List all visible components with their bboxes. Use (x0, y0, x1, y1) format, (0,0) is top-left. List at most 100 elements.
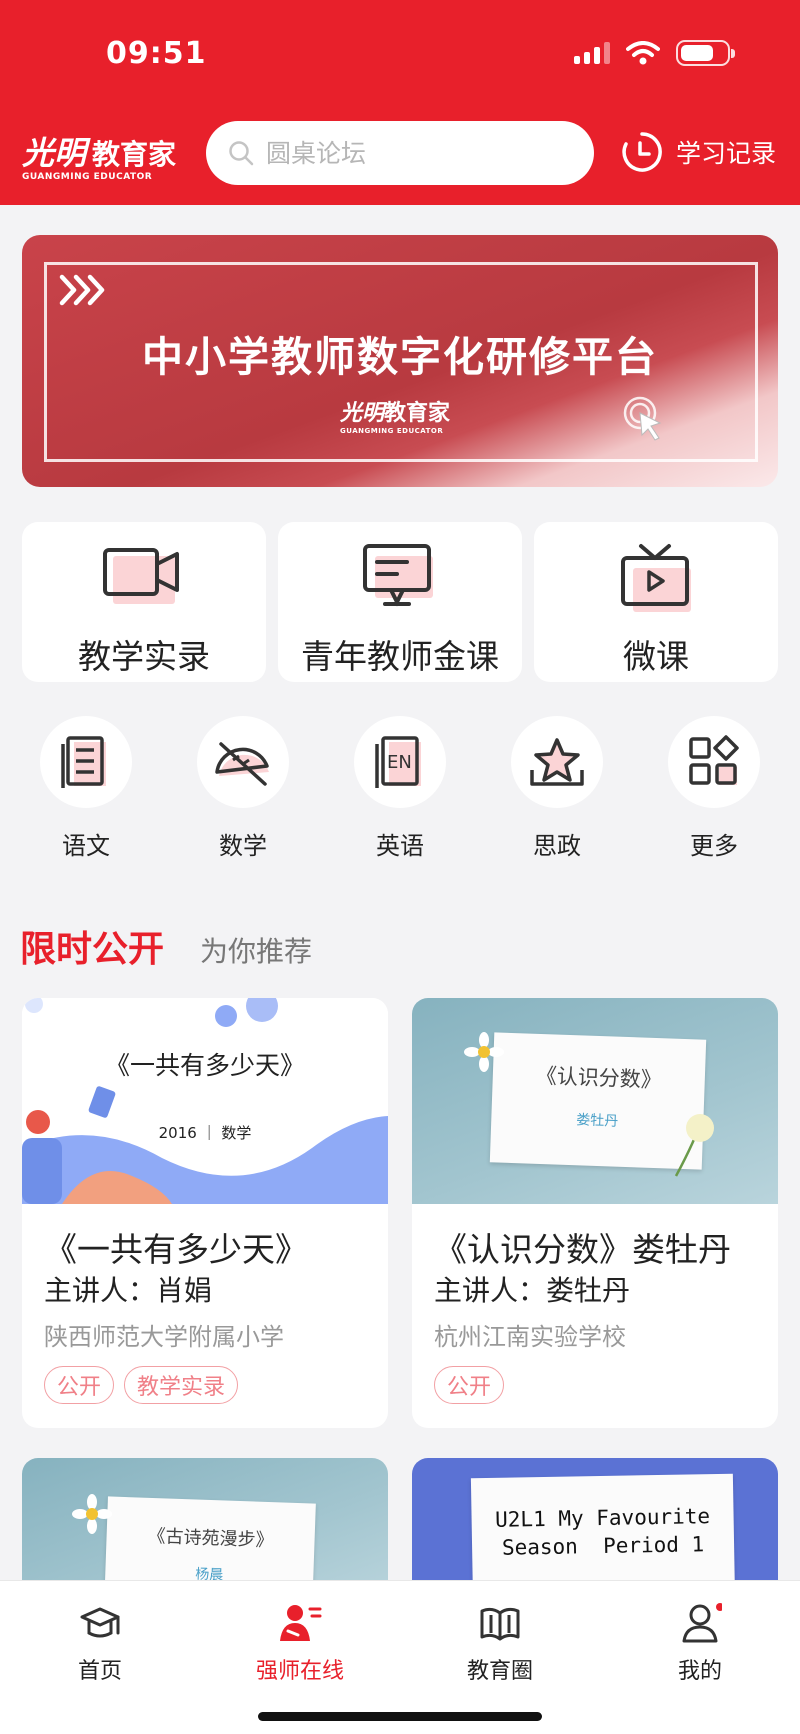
video-camera-icon (103, 548, 179, 604)
category-micro-course[interactable]: 微课 (534, 522, 778, 682)
tab-label: 教育圈 (466, 1659, 533, 1684)
category-label: 教学实录 (78, 637, 210, 676)
course-thumbnail: 《古诗苑漫步》 杨晨 (22, 1458, 388, 1598)
subject-politics[interactable]: 思政 (509, 716, 605, 861)
logo-calligraphy: 光明 (22, 134, 87, 172)
subject-math[interactable]: 数学 (195, 716, 291, 861)
chevrons-right-icon (59, 274, 105, 306)
battery-icon (676, 40, 735, 66)
course-school: 陕西师范大学附属小学 (44, 1323, 284, 1351)
tag: 公开 (434, 1366, 505, 1404)
course-speaker: 主讲人：娄牡丹 (434, 1274, 631, 1307)
top-bar: 光明 教育家 GUANGMING EDUCATOR 学习记录 (0, 118, 800, 188)
banner-logo: 光明教育家 GUANGMING EDUCATOR (340, 395, 450, 435)
course-card[interactable]: 《认识分数》 娄牡丹 《认识分数》娄牡丹 主讲人：娄牡丹 杭州江南实验学校 公开 (412, 998, 778, 1428)
category-label: 青年教师金课 (301, 637, 499, 676)
status-time: 09:51 (106, 36, 207, 71)
teacher-icon (280, 1605, 322, 1641)
status-icons (574, 40, 735, 66)
wave-illustration (22, 998, 388, 1204)
wifi-icon (626, 41, 660, 65)
subject-label: 英语 (376, 832, 424, 860)
subject-label: 数学 (219, 832, 267, 860)
subject-label: 语文 (62, 832, 110, 860)
search-bar[interactable] (206, 121, 594, 185)
document-icon (61, 736, 106, 788)
book-open-icon (480, 1607, 520, 1641)
course-card[interactable]: 《古诗苑漫步》 杨晨 (22, 1458, 388, 1598)
search-icon (229, 141, 254, 166)
course-title: 《认识分数》娄牡丹 (434, 1230, 731, 1269)
category-young-teacher-course[interactable]: 青年教师金课 (278, 522, 522, 682)
study-history-button[interactable]: 学习记录 (620, 130, 776, 174)
star-icon (530, 738, 584, 786)
tv-play-icon (621, 544, 691, 612)
tab-recommended[interactable]: 为你推荐 (200, 930, 312, 970)
status-bar: 09:51 (0, 36, 800, 76)
app-header: 09:51 光明 教育家 GUANGMING EDUCATOR 圆桌论坛 学习记… (0, 0, 800, 205)
tab-label: 我的 (677, 1659, 722, 1684)
section-tabs: 限时公开 为你推荐 (20, 920, 312, 972)
app-logo[interactable]: 光明 教育家 GUANGMING EDUCATOR (22, 128, 194, 182)
logo-english: GUANGMING EDUCATOR (22, 172, 153, 182)
thumb-subtitle: Season Period 1 (501, 1532, 705, 1560)
tab-mine[interactable]: 我的 (640, 1603, 760, 1685)
svg-text:EN: EN (387, 752, 412, 773)
course-tags: 公开 教学实录 (44, 1366, 239, 1404)
banner-title: 中小学教师数字化研修平台 (142, 333, 658, 381)
course-school: 杭州江南实验学校 (434, 1323, 626, 1351)
user-icon (682, 1603, 722, 1643)
course-card[interactable]: 《一共有多少天》 2016 ｜ 数学 《一共有多少天》 主讲人：肖娟 陕西师范大… (22, 998, 388, 1428)
thumb-subtitle: 2016 ｜ 数学 (158, 1124, 252, 1142)
study-history-label: 学习记录 (676, 139, 777, 168)
notification-dot (716, 1603, 722, 1611)
banner-logo-name: 教育家 (384, 401, 451, 426)
category-cards: 教学实录 青年教师金课 微课 (22, 522, 778, 682)
yellow-flower-icon (674, 1114, 714, 1177)
course-speaker: 主讲人：肖娟 (44, 1274, 213, 1307)
tab-label: 强师在线 (255, 1659, 344, 1684)
banner-logo-english: GUANGMING EDUCATOR (340, 427, 444, 435)
subject-label: 思政 (533, 832, 581, 860)
tab-education-circle[interactable]: 教育圈 (440, 1603, 560, 1685)
subject-row: 语文 数学 EN 英语 思政 更多 (22, 716, 778, 861)
tab-teacher-online[interactable]: 强师在线 (240, 1603, 360, 1685)
category-teaching-record[interactable]: 教学实录 (22, 522, 266, 682)
daisy-flower-icon (464, 1032, 504, 1072)
subject-chinese[interactable]: 语文 (38, 716, 134, 861)
thumb-title: 《一共有多少天》 (104, 1051, 305, 1080)
course-card[interactable]: U2L1 My Favourite Season Period 1 (412, 1458, 778, 1598)
tag: 公开 (44, 1366, 115, 1404)
category-label: 微课 (623, 637, 689, 676)
course-tags: 公开 (434, 1366, 505, 1404)
graduation-cap-icon (80, 1607, 120, 1638)
thumb-title: 《古诗苑漫步》 (147, 1525, 274, 1552)
promo-banner[interactable]: 中小学教师数字化研修平台 光明教育家 GUANGMING EDUCATOR (22, 235, 778, 487)
clock-history-icon (622, 132, 662, 172)
tab-limited-open[interactable]: 限时公开 (20, 920, 164, 972)
thumb-title: U2L1 My Favourite (494, 1504, 711, 1532)
bottom-tab-bar: 首页 强师在线 教育圈 我的 (0, 1580, 800, 1734)
thumb-title: 《认识分数》 (535, 1063, 663, 1093)
tab-home[interactable]: 首页 (40, 1603, 160, 1685)
tab-label: 首页 (77, 1659, 122, 1684)
course-thumbnail: U2L1 My Favourite Season Period 1 (412, 1458, 778, 1598)
monitor-icon (363, 544, 433, 607)
logo-name: 教育家 (92, 138, 177, 171)
cellular-signal-icon (574, 42, 610, 64)
tag: 教学实录 (124, 1366, 239, 1404)
home-indicator[interactable] (258, 1712, 542, 1721)
course-thumbnail: 《一共有多少天》 2016 ｜ 数学 (22, 998, 388, 1204)
banner-logo-calligraphy: 光明 (340, 400, 385, 426)
subject-label: 更多 (690, 832, 738, 860)
subject-more[interactable]: 更多 (666, 716, 762, 861)
subject-english[interactable]: EN 英语 (352, 716, 448, 861)
daisy-flower-icon (72, 1494, 112, 1534)
cursor-click-icon (623, 396, 662, 441)
course-title: 《一共有多少天》 (44, 1230, 308, 1269)
protractor-icon (215, 742, 269, 786)
search-input[interactable] (266, 138, 566, 168)
grid-more-icon (689, 735, 739, 785)
course-thumbnail: 《认识分数》 娄牡丹 (412, 998, 778, 1204)
en-book-icon: EN (375, 736, 421, 788)
